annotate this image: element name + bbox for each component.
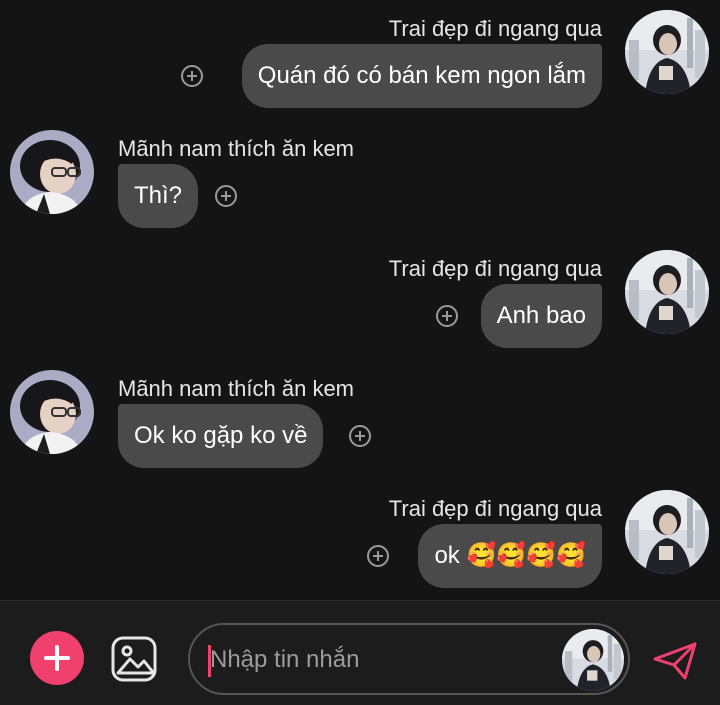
send-icon[interactable] [652,641,698,681]
avatar[interactable] [10,130,94,214]
message-bubble[interactable]: Anh bao [480,284,602,348]
sender-name: Trai đẹp đi ngang qua [388,16,602,41]
image-icon[interactable] [110,635,158,683]
add-reaction-icon[interactable] [436,305,458,327]
input-placeholder: Nhập tin nhắn [210,646,360,673]
add-reaction-icon[interactable] [349,425,371,447]
add-reaction-icon[interactable] [215,185,237,207]
message-bubble[interactable]: Ok ko gặp ko về [118,404,324,468]
chat-area: Trai đẹp đi ngang qua Quán đó có bán kem… [0,0,720,600]
sender-name: Mãnh nam thích ăn kem [118,376,355,401]
add-reaction-icon[interactable] [367,545,389,567]
message-composer: Nhập tin nhắn [0,600,720,705]
message-input[interactable]: Nhập tin nhắn [188,623,630,695]
message-bubble[interactable]: Quán đó có bán kem ngon lắm [241,44,602,108]
add-reaction-icon[interactable] [181,65,203,87]
message-bubble[interactable]: ok 🥰🥰🥰🥰 [418,524,602,588]
avatar[interactable] [562,629,624,691]
message-bubble[interactable]: Thì? [118,164,199,228]
sender-name: Trai đẹp đi ngang qua [388,256,602,281]
plus-icon[interactable] [30,631,84,685]
sender-name: Mãnh nam thích ăn kem [118,136,355,161]
avatar[interactable] [625,250,709,334]
avatar[interactable] [10,370,94,454]
sender-name: Trai đẹp đi ngang qua [388,496,602,521]
avatar[interactable] [625,10,709,94]
avatar[interactable] [625,490,709,574]
